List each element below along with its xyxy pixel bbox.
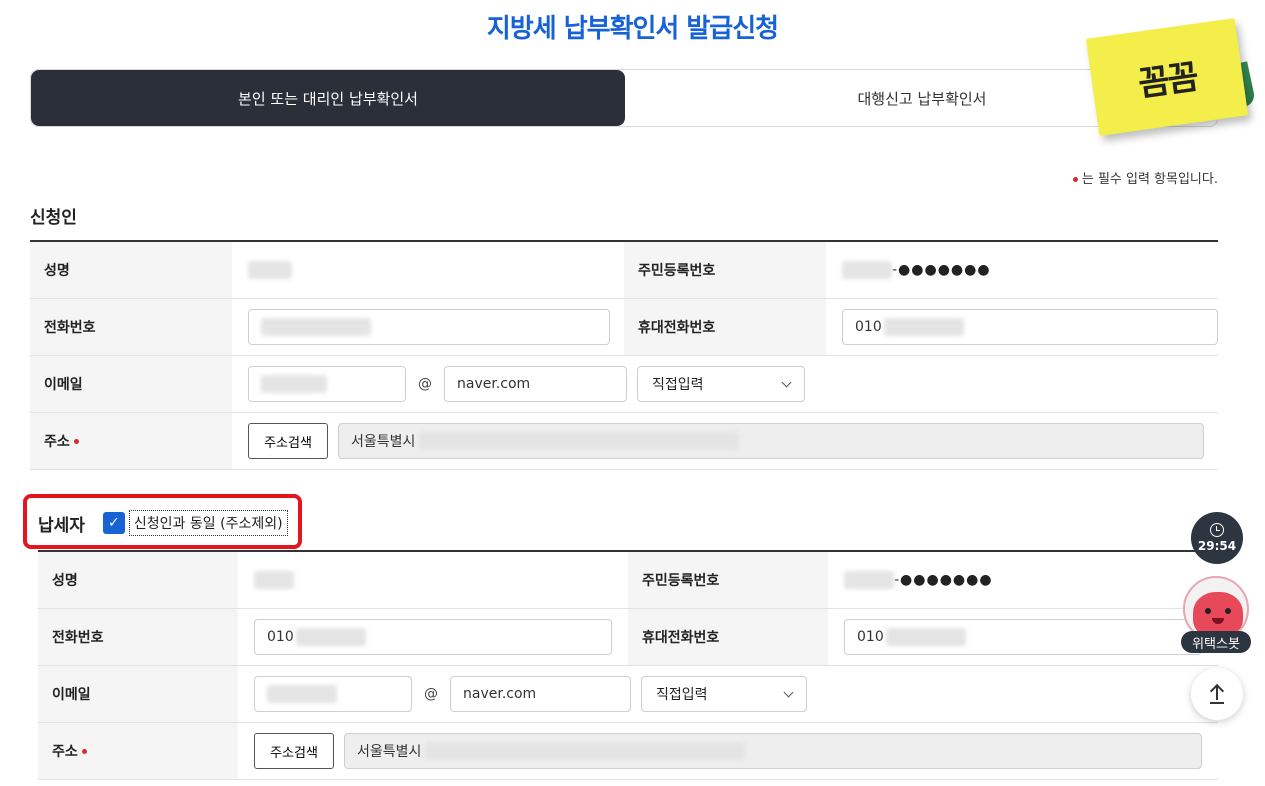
email-domain-select[interactable]: 직접입력	[637, 366, 805, 402]
applicant-table: 성명 주민등록번호 -●●●●●●● 전화번호 휴대전화번호 010 이메일 @…	[30, 240, 1218, 470]
phone-input[interactable]: 010	[254, 619, 612, 655]
mobile-prefix: 010	[857, 629, 884, 645]
clock-icon	[1210, 523, 1224, 537]
email-domain-select[interactable]: 직접입력	[641, 676, 807, 712]
redacted-rrn	[844, 571, 894, 589]
email-id-input[interactable]	[248, 366, 406, 402]
email-at-sign: @	[424, 686, 438, 702]
rrn-label: 주민등록번호	[628, 552, 828, 608]
tab-self-or-agent[interactable]: 본인 또는 대리인 납부확인서	[31, 70, 625, 126]
email-label: 이메일	[38, 666, 238, 722]
address-city: 서울특별시	[357, 744, 422, 760]
name-value	[232, 242, 624, 298]
scroll-to-top-button[interactable]	[1191, 668, 1243, 720]
table-row: 성명 주민등록번호 -●●●●●●●	[38, 552, 1218, 609]
rrn-masked: -●●●●●●●	[892, 262, 991, 278]
rrn-masked: -●●●●●●●	[894, 572, 993, 588]
address-search-button[interactable]: 주소검색	[254, 733, 334, 769]
email-domain-input[interactable]: naver.com	[450, 676, 631, 712]
page-title: 지방세 납부확인서 발급신청	[486, 14, 779, 44]
tab-bar: 본인 또는 대리인 납부확인서 대행신고 납부확인서	[30, 69, 1218, 127]
redacted-email-id	[267, 685, 337, 703]
redacted-name	[254, 571, 294, 589]
required-dot-icon	[81, 748, 87, 754]
table-row: 주소 주소검색 서울특별시	[30, 413, 1218, 470]
redacted-address	[425, 742, 746, 760]
name-value	[238, 552, 628, 608]
mobile-label: 휴대전화번호	[628, 609, 828, 665]
rrn-label: 주민등록번호	[624, 242, 826, 298]
redacted-address	[419, 432, 740, 450]
redacted-rrn	[842, 261, 892, 279]
sticky-note[interactable]: 꼼꼼	[1085, 18, 1249, 136]
chevron-down-icon	[781, 377, 792, 387]
taxpayer-header: 납세자 ✓ 신청인과 동일 (주소제외)	[38, 510, 288, 536]
address-input: 서울특별시	[344, 733, 1202, 769]
redacted-phone	[295, 628, 366, 646]
mobile-prefix: 010	[855, 319, 882, 335]
table-row: 주소 주소검색 서울특별시	[38, 723, 1218, 780]
redacted-email-id	[261, 375, 327, 393]
email-domain-input[interactable]: naver.com	[444, 366, 627, 402]
section-title-applicant: 신청인	[30, 208, 77, 228]
required-dot-icon	[73, 438, 79, 444]
arrow-up-icon	[1209, 684, 1225, 704]
rrn-value: -●●●●●●●	[828, 552, 1218, 608]
section-title-taxpayer: 납세자	[38, 515, 85, 536]
phone-prefix: 010	[267, 629, 294, 645]
address-input: 서울특별시	[338, 423, 1204, 459]
table-row: 이메일 @ naver.com 직접입력	[30, 356, 1218, 413]
table-row: 전화번호 010 휴대전화번호 010	[38, 609, 1218, 666]
address-search-button[interactable]: 주소검색	[248, 423, 328, 459]
session-timer-text: 29:54	[1197, 539, 1237, 553]
email-id-input[interactable]	[254, 676, 412, 712]
chatbot-button[interactable]: 위택스봇	[1181, 576, 1251, 656]
required-note-text: 는 필수 입력 항목입니다.	[1081, 172, 1218, 187]
mobile-input[interactable]: 010	[842, 309, 1218, 345]
email-label: 이메일	[30, 356, 232, 412]
address-city: 서울특별시	[351, 434, 416, 450]
rrn-value: -●●●●●●●	[826, 242, 1218, 298]
required-dot-icon	[1072, 177, 1078, 182]
mobile-label: 휴대전화번호	[624, 299, 826, 355]
email-at-sign: @	[418, 376, 432, 392]
address-label: 주소	[38, 723, 238, 779]
phone-input[interactable]	[248, 309, 610, 345]
chatbot-label: 위택스봇	[1181, 631, 1251, 653]
chevron-down-icon	[783, 687, 794, 697]
name-label: 성명	[30, 242, 232, 298]
email-select-value: 직접입력	[652, 377, 704, 393]
table-row: 이메일 @ naver.com 직접입력	[38, 666, 1218, 723]
same-as-applicant-checkbox[interactable]: ✓	[102, 512, 125, 534]
required-note: 는 필수 입력 항목입니다.	[1072, 168, 1218, 187]
taxpayer-table: 성명 주민등록번호 -●●●●●●● 전화번호 010 휴대전화번호 010 이…	[38, 550, 1218, 780]
same-as-applicant-label[interactable]: 신청인과 동일 (주소제외)	[128, 510, 288, 536]
table-row: 성명 주민등록번호 -●●●●●●●	[30, 242, 1218, 299]
address-label: 주소	[30, 413, 232, 469]
redacted-phone	[261, 318, 371, 336]
sticky-note-text: 꼼꼼	[1135, 56, 1200, 105]
session-timer-button[interactable]: 29:54	[1191, 512, 1243, 564]
mobile-input[interactable]: 010	[844, 619, 1202, 655]
email-select-value: 직접입력	[656, 687, 708, 703]
phone-label: 전화번호	[38, 609, 238, 665]
name-label: 성명	[38, 552, 238, 608]
redacted-mobile	[885, 628, 966, 646]
table-row: 전화번호 휴대전화번호 010	[30, 299, 1218, 356]
phone-label: 전화번호	[30, 299, 232, 355]
redacted-name	[248, 261, 292, 279]
redacted-mobile	[883, 318, 964, 336]
